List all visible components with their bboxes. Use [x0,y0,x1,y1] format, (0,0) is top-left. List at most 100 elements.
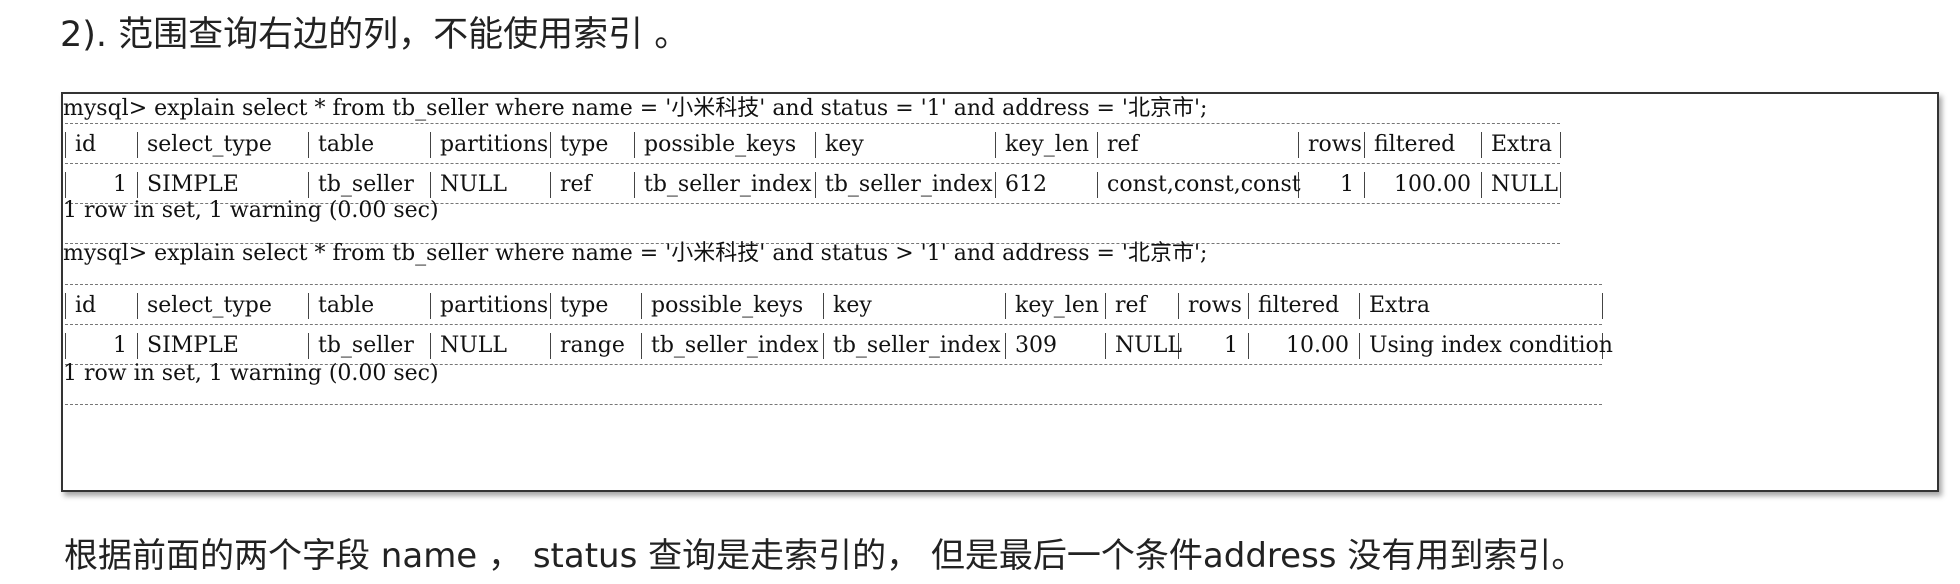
cell-type: ref [560,172,592,197]
header-ref: ref [1115,293,1147,318]
table-column-divider [1248,333,1249,359]
table-column-divider [65,172,66,198]
table-column-divider [1178,293,1179,319]
table-column-divider [1602,293,1603,319]
table-column-divider [823,293,824,319]
header-ref: ref [1107,132,1139,157]
cell-partitions: NULL [440,333,508,358]
cell-type: range [560,333,625,358]
table-border-line [65,404,1602,405]
header-rows: rows [1188,293,1242,318]
section-heading: 2). 范围查询右边的列，不能使用索引 。 [60,15,690,55]
cell-ref: NULL [1115,333,1183,358]
table-column-divider [1364,132,1365,158]
header-id: id [75,132,97,157]
header-select-type: select_type [147,293,272,318]
table-column-divider [137,293,138,319]
table-column-divider [634,132,635,158]
table-column-divider [308,333,309,359]
table-border-line [65,163,1560,164]
cell-rows: 1 [1224,333,1238,358]
cell-filtered: 10.00 [1286,333,1349,358]
header-table: table [318,132,375,157]
cell-select-type: SIMPLE [147,333,239,358]
table-column-divider [995,172,996,198]
table-column-divider [815,132,816,158]
table-column-divider [430,132,431,158]
header-select-type: select_type [147,132,272,157]
cell-filtered: 100.00 [1394,172,1471,197]
cell-key-len: 612 [1005,172,1047,197]
table-column-divider [550,172,551,198]
table-column-divider [550,333,551,359]
cell-possible-keys: tb_seller_index [644,172,812,197]
header-table: table [318,293,375,318]
table-column-divider [1105,333,1106,359]
table-column-divider [550,293,551,319]
table-column-divider [1105,293,1106,319]
query-1-summary: 1 row in set, 1 warning (0.00 sec) [63,198,439,223]
table-column-divider [137,132,138,158]
cell-id: 1 [113,333,127,358]
header-type: type [560,132,609,157]
table-column-divider [137,172,138,198]
cell-key: tb_seller_index [833,333,1001,358]
table-column-divider [430,333,431,359]
header-key: key [833,293,872,318]
table-column-divider [1364,172,1365,198]
cell-key: tb_seller_index [825,172,993,197]
table-column-divider [430,293,431,319]
table-column-divider [1481,132,1482,158]
table-column-divider [1005,333,1006,359]
table-column-divider [1359,293,1360,319]
header-extra: Extra [1491,132,1552,157]
table-column-divider [641,333,642,359]
header-id: id [75,293,97,318]
table-column-divider [550,132,551,158]
mysql-console-screenshot: mysql> explain select * from tb_seller w… [61,92,1939,492]
cell-key-len: 309 [1015,333,1057,358]
table-column-divider [430,172,431,198]
table-border-line [65,324,1602,325]
cell-ref: const,const,const [1107,172,1301,197]
query-1-command: mysql> explain select * from tb_seller w… [63,96,1208,121]
header-filtered: filtered [1374,132,1456,157]
header-key-len: key_len [1015,293,1100,318]
header-rows: rows [1308,132,1362,157]
table-column-divider [65,293,66,319]
table-column-divider [308,172,309,198]
table-column-divider [308,293,309,319]
table-column-divider [815,172,816,198]
table-column-divider [1560,132,1561,158]
table-column-divider [995,132,996,158]
query-2-command: mysql> explain select * from tb_seller w… [63,241,1208,266]
table-column-divider [137,333,138,359]
header-possible-keys: possible_keys [644,132,797,157]
cell-extra: NULL [1491,172,1559,197]
table-column-divider [634,172,635,198]
header-possible-keys: possible_keys [651,293,804,318]
header-partitions: partitions [440,293,549,318]
table-column-divider [1560,172,1561,198]
table-column-divider [308,132,309,158]
table-column-divider [1097,132,1098,158]
header-type: type [560,293,609,318]
table-column-divider [1248,293,1249,319]
cell-partitions: NULL [440,172,508,197]
table-column-divider [1298,132,1299,158]
table-column-divider [823,333,824,359]
table-border-line [65,123,1560,124]
table-column-divider [1359,333,1360,359]
header-key: key [825,132,864,157]
table-column-divider [641,293,642,319]
cell-rows: 1 [1340,172,1354,197]
table-column-divider [1097,172,1098,198]
table-column-divider [1481,172,1482,198]
query-2-summary: 1 row in set, 1 warning (0.00 sec) [63,361,439,386]
cell-possible-keys: tb_seller_index [651,333,819,358]
header-key-len: key_len [1005,132,1090,157]
header-extra: Extra [1369,293,1430,318]
table-border-line [65,284,1602,285]
header-partitions: partitions [440,132,549,157]
cell-extra: Using index condition [1369,333,1613,358]
